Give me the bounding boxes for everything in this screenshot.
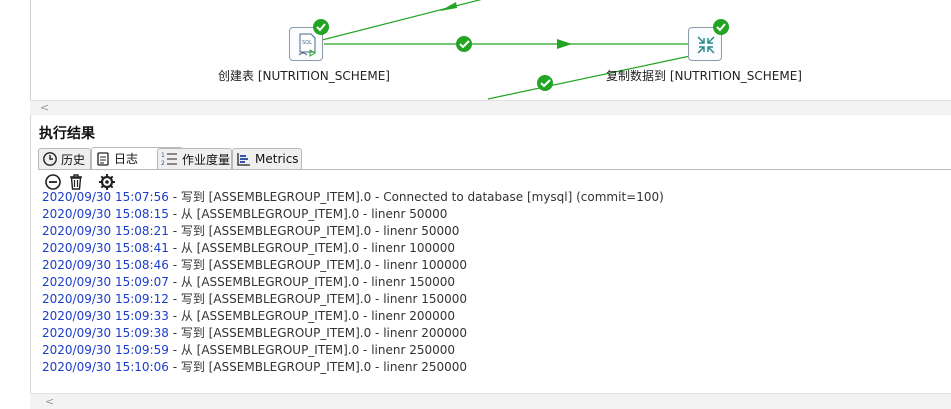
log-message: - 写到 [ASSEMBLEGROUP_ITEM].0 - Connected … xyxy=(168,190,664,204)
log-message: - 写到 [ASSEMBLEGROUP_ITEM].0 - linenr 200… xyxy=(168,326,468,340)
log-timestamp: 2020/09/30 15:09:33 xyxy=(42,309,169,323)
log-timestamp: 2020/09/30 15:08:41 xyxy=(42,241,169,255)
log-line: 2020/09/30 15:08:41 - 从 [ASSEMBLEGROUP_I… xyxy=(42,241,455,256)
log-timestamp: 2020/09/30 15:09:59 xyxy=(42,343,169,357)
left-gutter xyxy=(0,117,30,408)
log-message: - 从 [ASSEMBLEGROUP_ITEM].0 - linenr 1500… xyxy=(168,275,456,289)
results-title: 执行结果 xyxy=(39,126,95,142)
log-timestamp: 2020/09/30 15:08:46 xyxy=(42,258,169,272)
results-left-divider xyxy=(30,117,31,408)
log-line: 2020/09/30 15:09:33 - 从 [ASSEMBLEGROUP_I… xyxy=(42,309,455,324)
gear-icon[interactable] xyxy=(98,173,116,191)
metrics-chart-icon xyxy=(237,153,250,166)
step-success-icon xyxy=(713,19,729,35)
svg-text:1: 1 xyxy=(161,152,165,159)
log-message: - 写到 [ASSEMBLEGROUP_ITEM].0 - linenr 100… xyxy=(168,258,468,272)
tab-label: 日志 xyxy=(114,152,139,166)
log-line: 2020/09/30 15:08:46 - 写到 [ASSEMBLEGROUP_… xyxy=(42,258,467,273)
log-message: - 写到 [ASSEMBLEGROUP_ITEM].0 - linenr 150… xyxy=(168,292,468,306)
log-timestamp: 2020/09/30 15:09:38 xyxy=(42,326,169,340)
log-timestamp: 2020/09/30 15:07:56 xyxy=(42,190,169,204)
step-success-icon xyxy=(313,19,329,35)
tab-baseline xyxy=(38,169,951,170)
log-message: - 从 [ASSEMBLEGROUP_ITEM].0 - linenr 5000… xyxy=(168,207,448,221)
scroll-left-icon[interactable]: < xyxy=(45,394,54,409)
log-line: 2020/09/30 15:09:38 - 写到 [ASSEMBLEGROUP_… xyxy=(42,326,467,341)
hop-status-icon xyxy=(537,75,553,91)
svg-text:SQL: SQL xyxy=(302,40,312,46)
tab-label: 作业度量 xyxy=(182,152,231,167)
results-tabs: 历史 日志 1 2 作业度量 Metrics xyxy=(38,146,951,170)
log-output[interactable]: 2020/09/30 15:07:56 - 写到 [ASSEMBLEGROUP_… xyxy=(38,190,951,393)
log-timestamp: 2020/09/30 15:09:07 xyxy=(42,275,169,289)
log-horizontal-scrollbar[interactable]: < xyxy=(30,393,951,409)
hop-status-icon xyxy=(456,36,472,52)
history-icon xyxy=(43,152,57,166)
log-line: 2020/09/30 15:08:15 - 从 [ASSEMBLEGROUP_I… xyxy=(42,207,447,222)
svg-text:2: 2 xyxy=(161,160,165,167)
hop-arrow-incoming xyxy=(440,2,457,11)
log-line: 2020/09/30 15:10:06 - 写到 [ASSEMBLEGROUP_… xyxy=(42,360,467,375)
tab-job-metrics[interactable]: 1 2 作业度量 xyxy=(157,148,232,169)
log-line: 2020/09/30 15:09:59 - 从 [ASSEMBLEGROUP_I… xyxy=(42,343,455,358)
hop-line-incoming[interactable] xyxy=(321,0,487,41)
log-timestamp: 2020/09/30 15:10:06 xyxy=(42,360,169,374)
log-line: 2020/09/30 15:09:07 - 从 [ASSEMBLEGROUP_I… xyxy=(42,275,455,290)
log-message: - 从 [ASSEMBLEGROUP_ITEM].0 - linenr 2500… xyxy=(168,343,456,357)
log-message: - 写到 [ASSEMBLEGROUP_ITEM].0 - linenr 500… xyxy=(168,224,460,238)
log-message: - 从 [ASSEMBLEGROUP_ITEM].0 - linenr 2000… xyxy=(168,309,456,323)
log-timestamp: 2020/09/30 15:08:21 xyxy=(42,224,169,238)
step-label: 复制数据到 [NUTRITION_SCHEME] xyxy=(606,69,802,83)
canvas-horizontal-scrollbar[interactable]: < xyxy=(30,100,951,115)
stop-icon[interactable] xyxy=(44,173,62,191)
transformation-canvas[interactable]: SQL 创建表 [NUTRITION_SCHEME] 复制数据到 [NUTRIT… xyxy=(0,0,951,117)
metrics-list-icon: 1 2 xyxy=(161,152,177,167)
log-timestamp: 2020/09/30 15:09:12 xyxy=(42,292,169,306)
step-label: 创建表 [NUTRITION_SCHEME] xyxy=(218,69,390,83)
trash-icon[interactable] xyxy=(67,173,85,191)
log-icon xyxy=(97,151,109,166)
tab-label: 历史 xyxy=(61,152,86,167)
log-line: 2020/09/30 15:09:12 - 写到 [ASSEMBLEGROUP_… xyxy=(42,292,467,307)
tab-metrics[interactable]: Metrics xyxy=(232,148,302,169)
log-line: 2020/09/30 15:08:21 - 写到 [ASSEMBLEGROUP_… xyxy=(42,224,459,239)
tab-label: Metrics xyxy=(255,152,299,166)
scroll-left-icon[interactable]: < xyxy=(40,101,49,115)
log-message: - 写到 [ASSEMBLEGROUP_ITEM].0 - linenr 250… xyxy=(168,360,468,374)
hop-arrow-main xyxy=(557,39,572,49)
log-message: - 从 [ASSEMBLEGROUP_ITEM].0 - linenr 1000… xyxy=(168,241,456,255)
log-line: 2020/09/30 15:07:56 - 写到 [ASSEMBLEGROUP_… xyxy=(42,190,664,205)
log-timestamp: 2020/09/30 15:08:15 xyxy=(42,207,169,221)
tab-history[interactable]: 历史 xyxy=(38,148,91,169)
